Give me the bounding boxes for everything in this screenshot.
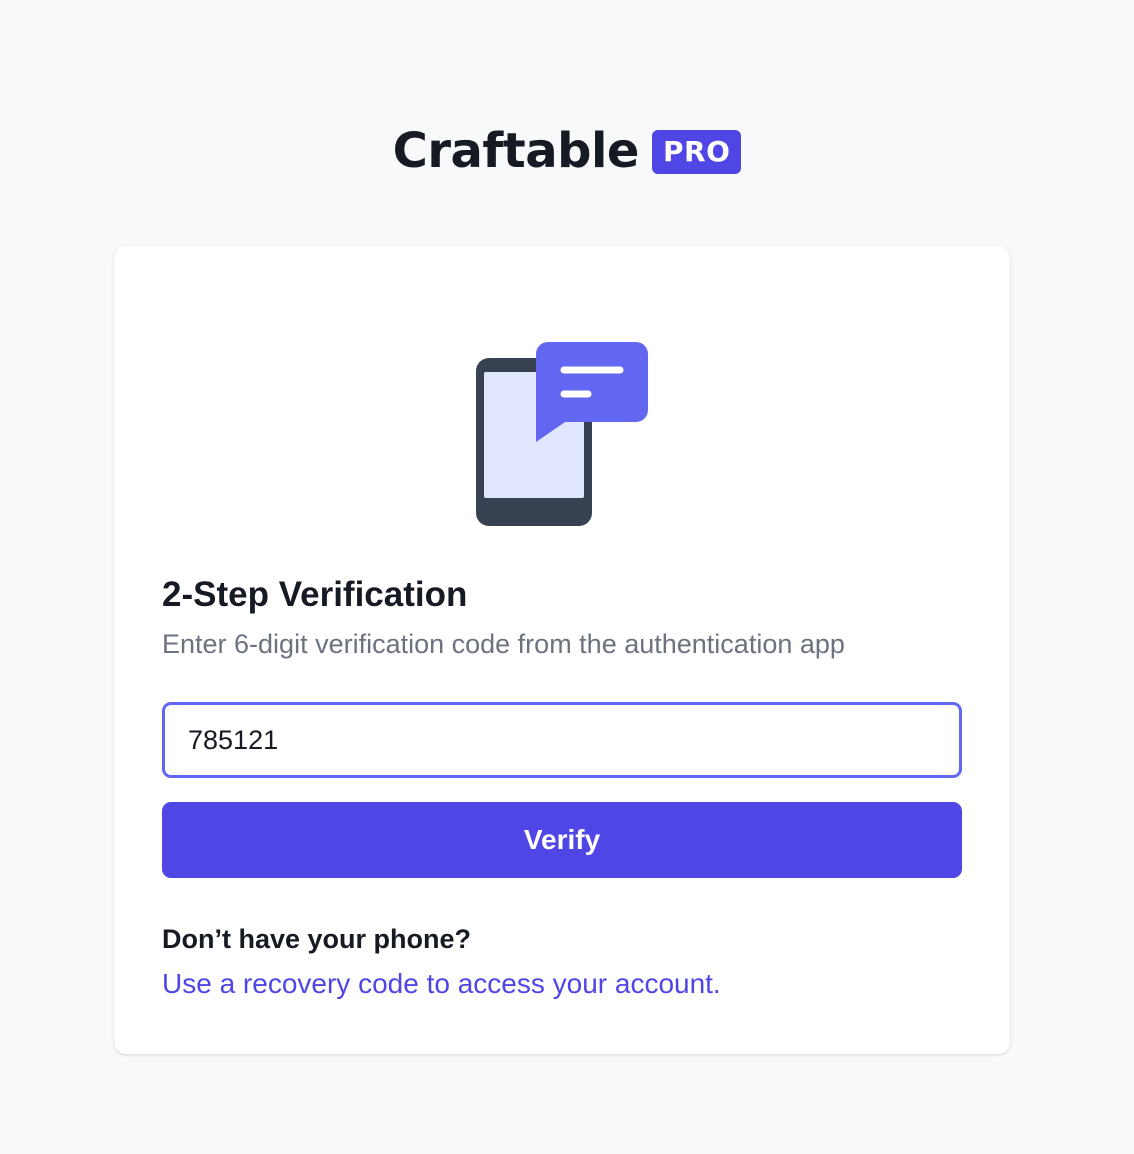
- recovery-code-link[interactable]: Use a recovery code to access your accou…: [162, 967, 721, 1001]
- page-title: 2-Step Verification: [162, 575, 468, 614]
- phone-message-icon: [476, 342, 648, 526]
- brand-name: Craftable: [392, 123, 640, 179]
- brand-logo: Craftable PRO: [0, 122, 1134, 180]
- verify-button[interactable]: Verify: [162, 802, 962, 878]
- verification-card: 2-Step Verification Enter 6-digit verifi…: [114, 246, 1010, 1054]
- no-phone-label: Don’t have your phone?: [162, 924, 472, 954]
- instructions-text: Enter 6-digit verification code from the…: [162, 629, 845, 659]
- pro-badge: PRO: [651, 130, 742, 174]
- verification-code-input[interactable]: [162, 702, 962, 778]
